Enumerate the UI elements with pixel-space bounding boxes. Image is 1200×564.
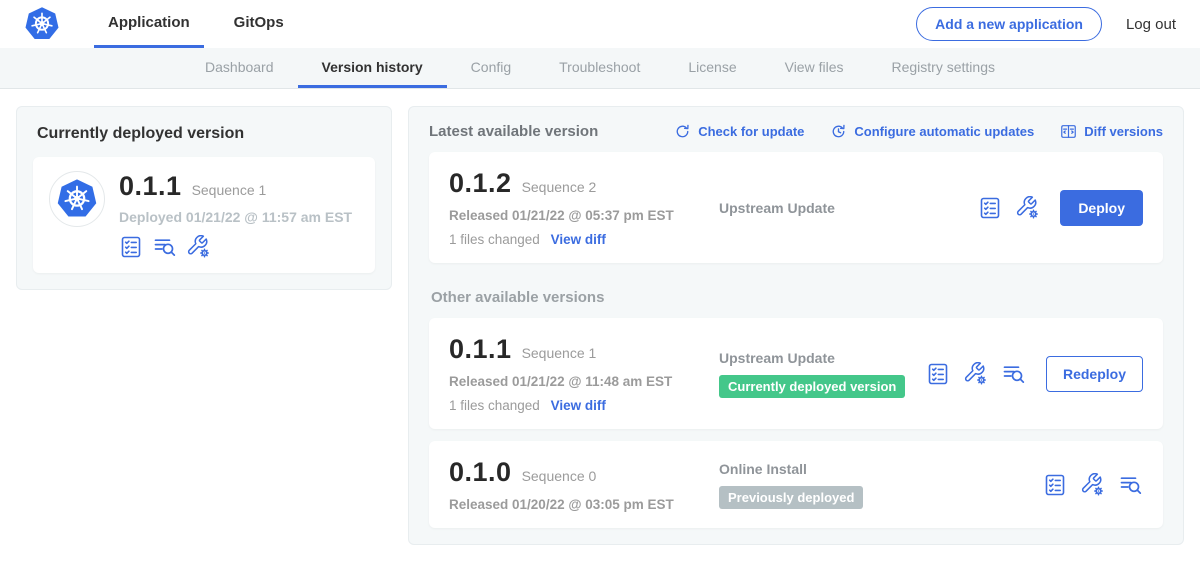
top-header: Application GitOps Add a new application…: [0, 0, 1200, 48]
version-number: 0.1.1: [449, 334, 512, 365]
add-application-button[interactable]: Add a new application: [916, 7, 1102, 41]
previously-deployed-badge: Previously deployed: [719, 486, 863, 509]
subnav-item-troubleshoot[interactable]: Troubleshoot: [535, 48, 664, 88]
refresh-icon: [674, 123, 691, 140]
diff-versions-label: Diff versions: [1084, 124, 1163, 139]
latest-available-title: Latest available version: [429, 123, 598, 140]
currently-deployed-panel: Currently deployed version 0.1.1 Sequenc…: [16, 106, 392, 290]
subnav-item-license[interactable]: License: [664, 48, 760, 88]
preflight-checks-icon[interactable]: [926, 362, 950, 386]
diff-versions-icon: [1060, 123, 1077, 140]
version-card-0-1-2: 0.1.2 Sequence 2 Released 01/21/22 @ 05:…: [429, 152, 1163, 263]
subnav-item-dashboard[interactable]: Dashboard: [181, 48, 298, 88]
check-for-update-label: Check for update: [698, 124, 804, 139]
currently-deployed-badge: Currently deployed version: [719, 375, 905, 398]
subnav-item-view-files[interactable]: View files: [761, 48, 868, 88]
version-card-0-1-0: 0.1.0 Sequence 0 Released 01/20/22 @ 03:…: [429, 441, 1163, 528]
released-timestamp: Released 01/21/22 @ 11:48 am EST: [449, 374, 705, 389]
app-logo-button[interactable]: [24, 0, 60, 48]
version-number: 0.1.2: [449, 168, 512, 199]
config-icon[interactable]: [1081, 473, 1105, 497]
config-icon[interactable]: [964, 362, 988, 386]
deployed-timestamp: Deployed 01/21/22 @ 11:57 am EST: [119, 209, 352, 225]
version-source-label: Upstream Update: [719, 200, 978, 216]
sequence-label: Sequence 0: [522, 468, 597, 484]
tab-application[interactable]: Application: [94, 0, 204, 48]
diff-versions-link[interactable]: Diff versions: [1060, 123, 1163, 140]
version-card-0-1-1: 0.1.1 Sequence 1 Released 01/21/22 @ 11:…: [429, 318, 1163, 429]
check-for-update-link[interactable]: Check for update: [674, 123, 804, 140]
subnav-item-config[interactable]: Config: [447, 48, 535, 88]
deployed-sequence-label: Sequence 1: [192, 182, 267, 198]
subnav-item-registry-settings[interactable]: Registry settings: [868, 48, 1019, 88]
sequence-label: Sequence 1: [522, 345, 597, 361]
view-diff-link[interactable]: View diff: [551, 398, 606, 413]
other-versions-title: Other available versions: [431, 289, 1163, 306]
view-diff-link[interactable]: View diff: [551, 232, 606, 247]
deploy-button[interactable]: Deploy: [1060, 190, 1143, 226]
app-subnav: Dashboard Version history Config Trouble…: [0, 48, 1200, 89]
sequence-label: Sequence 2: [522, 179, 597, 195]
tab-gitops-label: GitOps: [234, 14, 284, 31]
preflight-checks-icon[interactable]: [119, 235, 143, 259]
auto-update-icon: [830, 123, 847, 140]
deployed-version-card: 0.1.1 Sequence 1 Deployed 01/21/22 @ 11:…: [33, 157, 375, 273]
view-files-icon[interactable]: [1002, 362, 1026, 386]
tab-application-label: Application: [108, 14, 190, 31]
kubernetes-logo-icon: [24, 6, 60, 42]
deployed-version-number: 0.1.1: [119, 171, 182, 202]
config-icon[interactable]: [187, 235, 211, 259]
released-timestamp: Released 01/21/22 @ 05:37 pm EST: [449, 208, 705, 223]
configure-automatic-updates-link[interactable]: Configure automatic updates: [830, 123, 1034, 140]
released-timestamp: Released 01/20/22 @ 03:05 pm EST: [449, 497, 705, 512]
preflight-checks-icon[interactable]: [978, 196, 1002, 220]
preflight-checks-icon[interactable]: [1043, 473, 1067, 497]
version-number: 0.1.0: [449, 457, 512, 488]
version-source-label: Online Install: [719, 461, 1043, 477]
redeploy-button[interactable]: Redeploy: [1046, 356, 1143, 392]
files-changed-label: 1 files changed: [449, 398, 540, 413]
files-changed-label: 1 files changed: [449, 232, 540, 247]
view-files-icon[interactable]: [1119, 473, 1143, 497]
version-history-panel: Latest available version Check for updat…: [408, 106, 1184, 545]
app-icon: [49, 171, 105, 227]
currently-deployed-title: Currently deployed version: [37, 125, 375, 143]
tab-gitops[interactable]: GitOps: [220, 0, 298, 48]
config-icon[interactable]: [1016, 196, 1040, 220]
subnav-item-version-history[interactable]: Version history: [298, 48, 447, 88]
version-source-label: Upstream Update: [719, 350, 926, 366]
logout-button[interactable]: Log out: [1126, 16, 1176, 33]
kubernetes-logo-icon: [56, 178, 98, 220]
view-files-icon[interactable]: [153, 235, 177, 259]
configure-automatic-updates-label: Configure automatic updates: [854, 124, 1034, 139]
